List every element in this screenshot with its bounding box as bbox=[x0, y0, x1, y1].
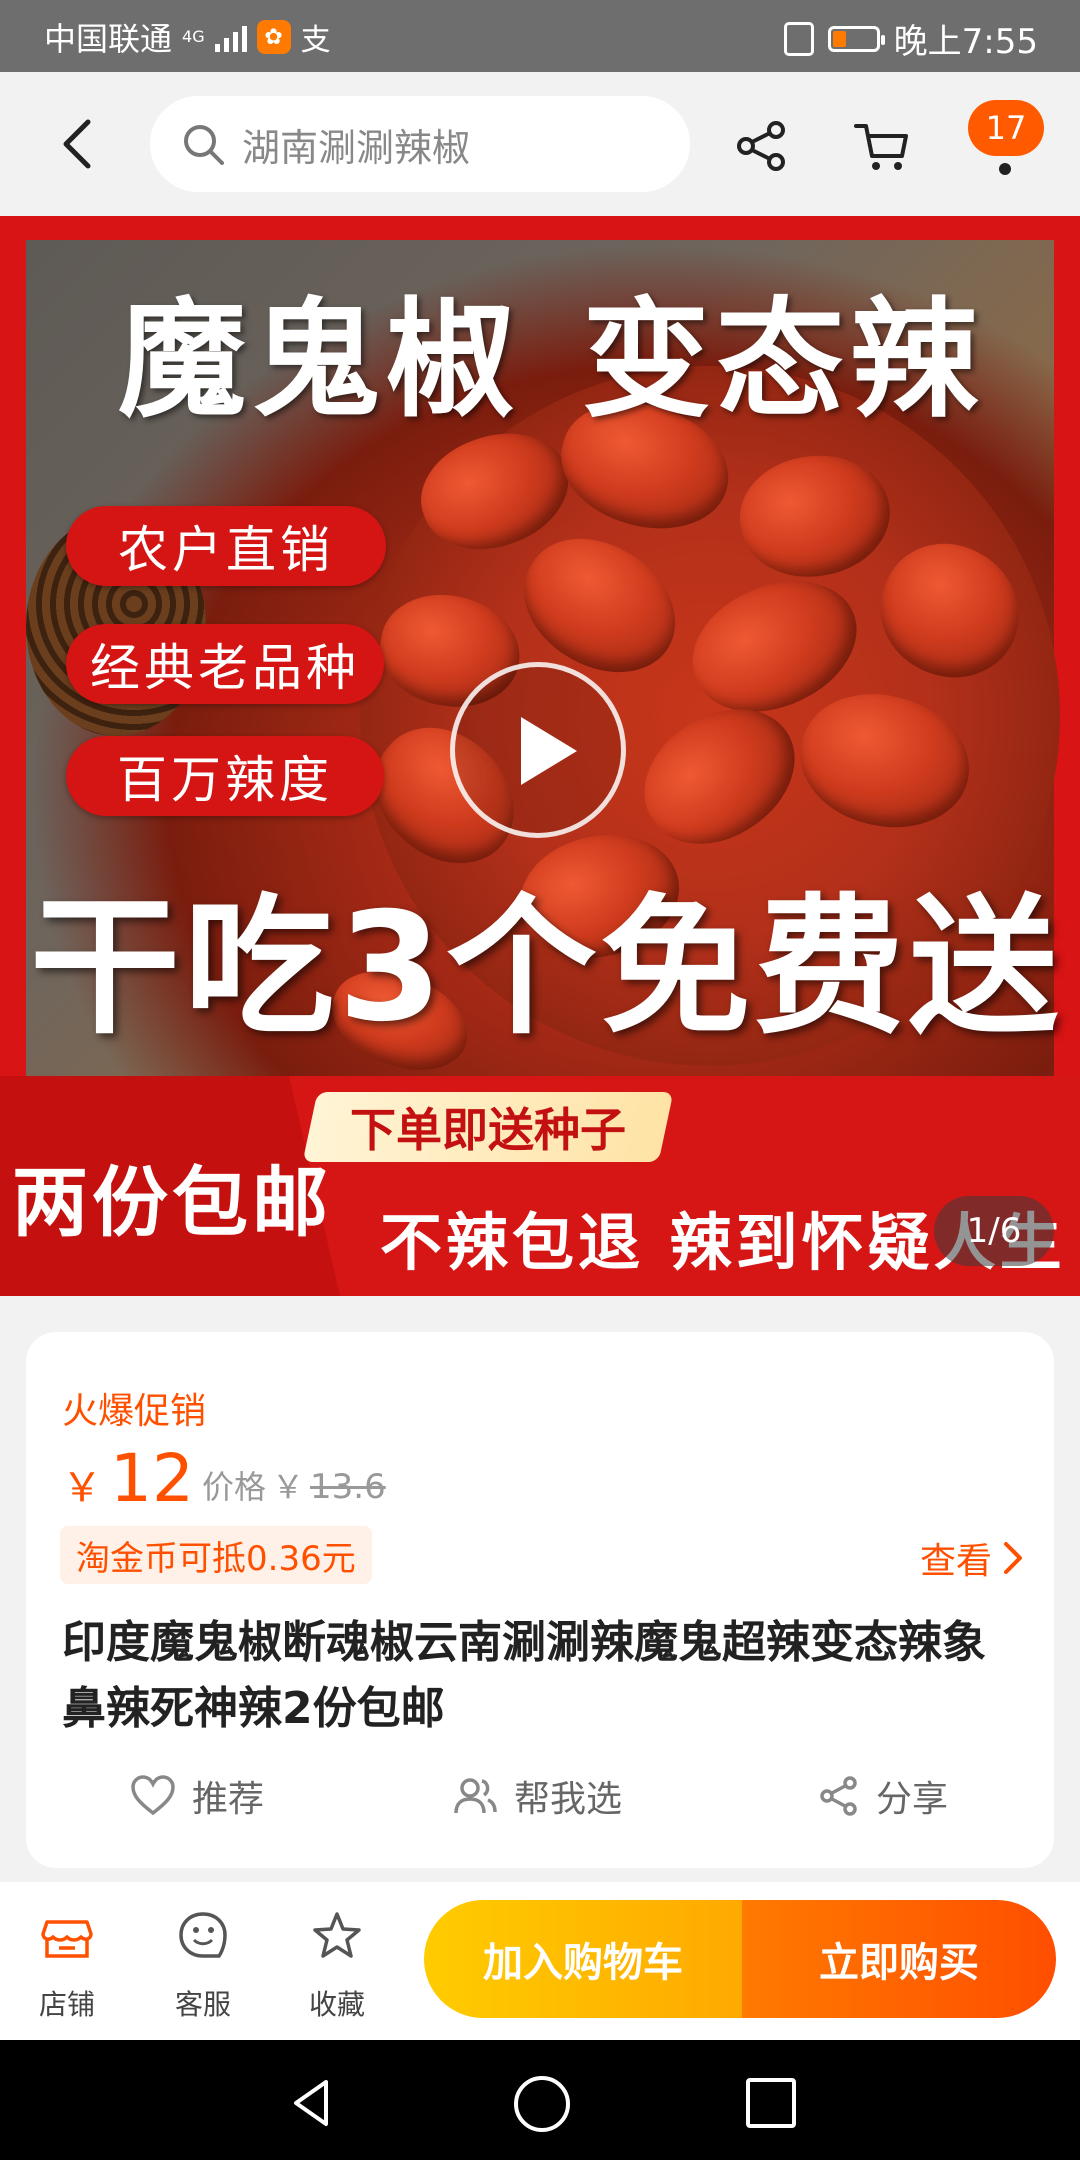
people-icon bbox=[454, 1778, 497, 1814]
battery-icon bbox=[827, 25, 885, 52]
view-offer-link[interactable]: 查看 bbox=[920, 1532, 1024, 1584]
price-amount: 12 bbox=[110, 1440, 194, 1517]
network-type: 4G bbox=[182, 27, 205, 46]
nav-back-icon[interactable] bbox=[286, 2078, 336, 2128]
carrier-name: 中国联通 bbox=[44, 20, 173, 58]
banner-pill: 百万辣度 bbox=[66, 736, 384, 816]
top-nav-bar: 湖南涮涮辣椒 17 bbox=[0, 72, 1080, 216]
status-left: 中国联通 4G ✿ 支 bbox=[44, 14, 331, 60]
more-icon[interactable] bbox=[999, 163, 1011, 175]
signal-icon bbox=[214, 22, 247, 52]
bottom-action-bar: 店铺 客服 收藏 加入购物车 立即购买 bbox=[0, 1882, 1080, 2040]
original-price-label: 价格 bbox=[202, 1468, 267, 1506]
favorite-label: 收藏 bbox=[308, 1988, 365, 2021]
share-product-button[interactable]: 分享 bbox=[818, 1770, 948, 1822]
original-price: 价格 ￥ 13.6 bbox=[202, 1462, 386, 1508]
help-me-choose-button[interactable]: 帮我选 bbox=[452, 1770, 622, 1822]
status-right: 晚上7:55 bbox=[783, 14, 1038, 63]
system-nav-bar bbox=[0, 2040, 1080, 2160]
search-placeholder: 湖南涮涮辣椒 bbox=[242, 125, 471, 170]
product-actions: 推荐 帮我选 分享 bbox=[26, 1770, 1054, 1850]
banner-pill: 农户直销 bbox=[66, 506, 386, 586]
nav-home-icon[interactable] bbox=[514, 2076, 570, 2132]
banner-title-right: 变态辣 bbox=[582, 286, 985, 435]
search-bar[interactable]: 湖南涮涮辣椒 bbox=[150, 96, 690, 192]
cart-icon[interactable] bbox=[852, 116, 912, 176]
service-label: 客服 bbox=[174, 1988, 231, 2021]
favorite-tab[interactable]: 收藏 bbox=[282, 1908, 392, 2023]
currency-symbol: ￥ bbox=[62, 1465, 102, 1511]
product-title: 印度魔鬼椒断魂椒云南涮涮辣魔鬼超辣变态辣象鼻辣死神辣2份包邮 bbox=[62, 1617, 986, 1734]
banner-title-left: 魔鬼椒 bbox=[118, 286, 521, 435]
chevron-right-icon bbox=[1004, 1542, 1022, 1574]
buy-now-button[interactable]: 立即购买 bbox=[742, 1900, 1056, 2018]
product-info-card: 火爆促销 ￥ 12 价格 ￥ 13.6 淘金币可抵0.36元 查看 印度魔鬼椒断… bbox=[26, 1332, 1054, 1868]
vibrate-icon bbox=[783, 21, 814, 56]
free-shipping-text: 两份包邮 bbox=[12, 1158, 332, 1247]
cart-badge[interactable]: 17 bbox=[968, 100, 1044, 156]
share-icon bbox=[820, 1776, 857, 1816]
heart-icon bbox=[131, 1775, 175, 1816]
original-currency: ￥ bbox=[272, 1468, 305, 1506]
clock: 晚上7:55 bbox=[893, 22, 1038, 62]
shop-tab[interactable]: 店铺 bbox=[12, 1908, 122, 2023]
view-label: 查看 bbox=[919, 1541, 992, 1582]
service-icon bbox=[179, 1912, 227, 1958]
nav-recent-apps-icon[interactable] bbox=[746, 2078, 796, 2128]
search-icon bbox=[184, 125, 224, 165]
current-price: ￥ 12 bbox=[62, 1440, 194, 1517]
alipay-icon: 支 bbox=[300, 23, 331, 58]
image-counter: 1/6 bbox=[934, 1196, 1054, 1266]
play-video-button[interactable] bbox=[450, 662, 626, 838]
star-icon bbox=[313, 1912, 361, 1958]
add-to-cart-button[interactable]: 加入购物车 bbox=[424, 1900, 742, 2018]
original-price-amount: 13.6 bbox=[310, 1467, 386, 1507]
promo-label: 火爆促销 bbox=[62, 1391, 207, 1432]
shop-label: 店铺 bbox=[38, 1988, 95, 2021]
recommend-label: 推荐 bbox=[192, 1779, 265, 1820]
taojinbi-offer[interactable]: 淘金币可抵0.36元 bbox=[60, 1526, 372, 1584]
status-bar: 中国联通 4G ✿ 支 晚上7:55 bbox=[0, 0, 1080, 72]
share-icon[interactable] bbox=[734, 118, 790, 174]
banner-headline: 干吃3个免费送 bbox=[30, 881, 1063, 1055]
shop-icon bbox=[41, 1920, 93, 1958]
back-arrow-icon[interactable] bbox=[58, 116, 98, 172]
uc-browser-icon: ✿ bbox=[256, 20, 291, 54]
banner-pill: 经典老品种 bbox=[66, 624, 384, 704]
recommend-button[interactable]: 推荐 bbox=[130, 1770, 264, 1822]
product-image-carousel[interactable]: 魔鬼椒 变态辣 农户直销 经典老品种 百万辣度 干吃3个免费送 下单即送种子 两… bbox=[0, 216, 1080, 1296]
service-tab[interactable]: 客服 bbox=[148, 1908, 258, 2023]
help-choose-label: 帮我选 bbox=[514, 1779, 623, 1820]
share-label: 分享 bbox=[876, 1779, 949, 1820]
seed-gift-tag: 下单即送种子 bbox=[302, 1092, 674, 1162]
seed-gift-text: 下单即送种子 bbox=[350, 1103, 626, 1157]
